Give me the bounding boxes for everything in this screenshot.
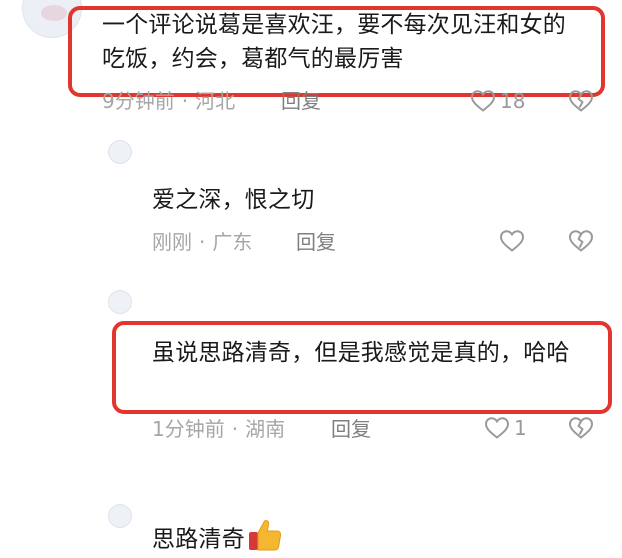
comment-location: 河北 [195, 89, 236, 113]
dislike-button[interactable] [567, 229, 595, 253]
reply-button[interactable]: 回复 [331, 417, 371, 441]
comment-meta: 1分钟前 · 湖南 [152, 417, 285, 441]
like-count: 18 [500, 89, 526, 113]
comment-meta: 9分钟前 · 河北 [102, 89, 235, 113]
comment-time: 1分钟前 [152, 417, 225, 441]
heart-icon [499, 229, 525, 253]
like-button[interactable] [499, 229, 525, 253]
broken-heart-icon [567, 229, 595, 253]
meta-separator: · [199, 230, 206, 254]
avatar[interactable] [108, 290, 132, 314]
comment-location: 广东 [212, 230, 253, 254]
reply-button[interactable]: 回复 [296, 230, 336, 254]
heart-icon [470, 89, 496, 113]
like-button[interactable]: 1 [484, 416, 527, 440]
meta-separator: · [181, 89, 189, 113]
comment-time: 9分钟前 [102, 89, 175, 113]
heart-icon [484, 416, 510, 440]
dislike-button[interactable] [567, 89, 595, 113]
like-button[interactable]: 18 [470, 89, 525, 113]
avatar[interactable] [108, 504, 132, 528]
comment-meta: 刚刚 · 广东 [152, 230, 252, 254]
like-count: 1 [514, 416, 527, 440]
avatar[interactable] [108, 140, 132, 164]
highlight-box [68, 6, 605, 97]
comment-text: 思路清奇 [152, 518, 283, 558]
highlight-box [112, 321, 612, 414]
reply-button[interactable]: 回复 [281, 89, 321, 113]
dislike-button[interactable] [567, 416, 595, 440]
thumbs-up-icon [247, 518, 283, 558]
comment-thread: 一个评论说葛是喜欢汪，要不每次见汪和女的吃饭，约会，葛都气的最厉害 9分钟前 · 河… [0, 0, 622, 558]
meta-separator: · [231, 417, 239, 441]
broken-heart-icon [567, 416, 595, 440]
broken-heart-icon [567, 89, 595, 113]
comment-text: 爱之深，恨之切 [152, 187, 315, 213]
comment-time: 刚刚 [152, 230, 192, 254]
comment-location: 湖南 [245, 417, 286, 441]
